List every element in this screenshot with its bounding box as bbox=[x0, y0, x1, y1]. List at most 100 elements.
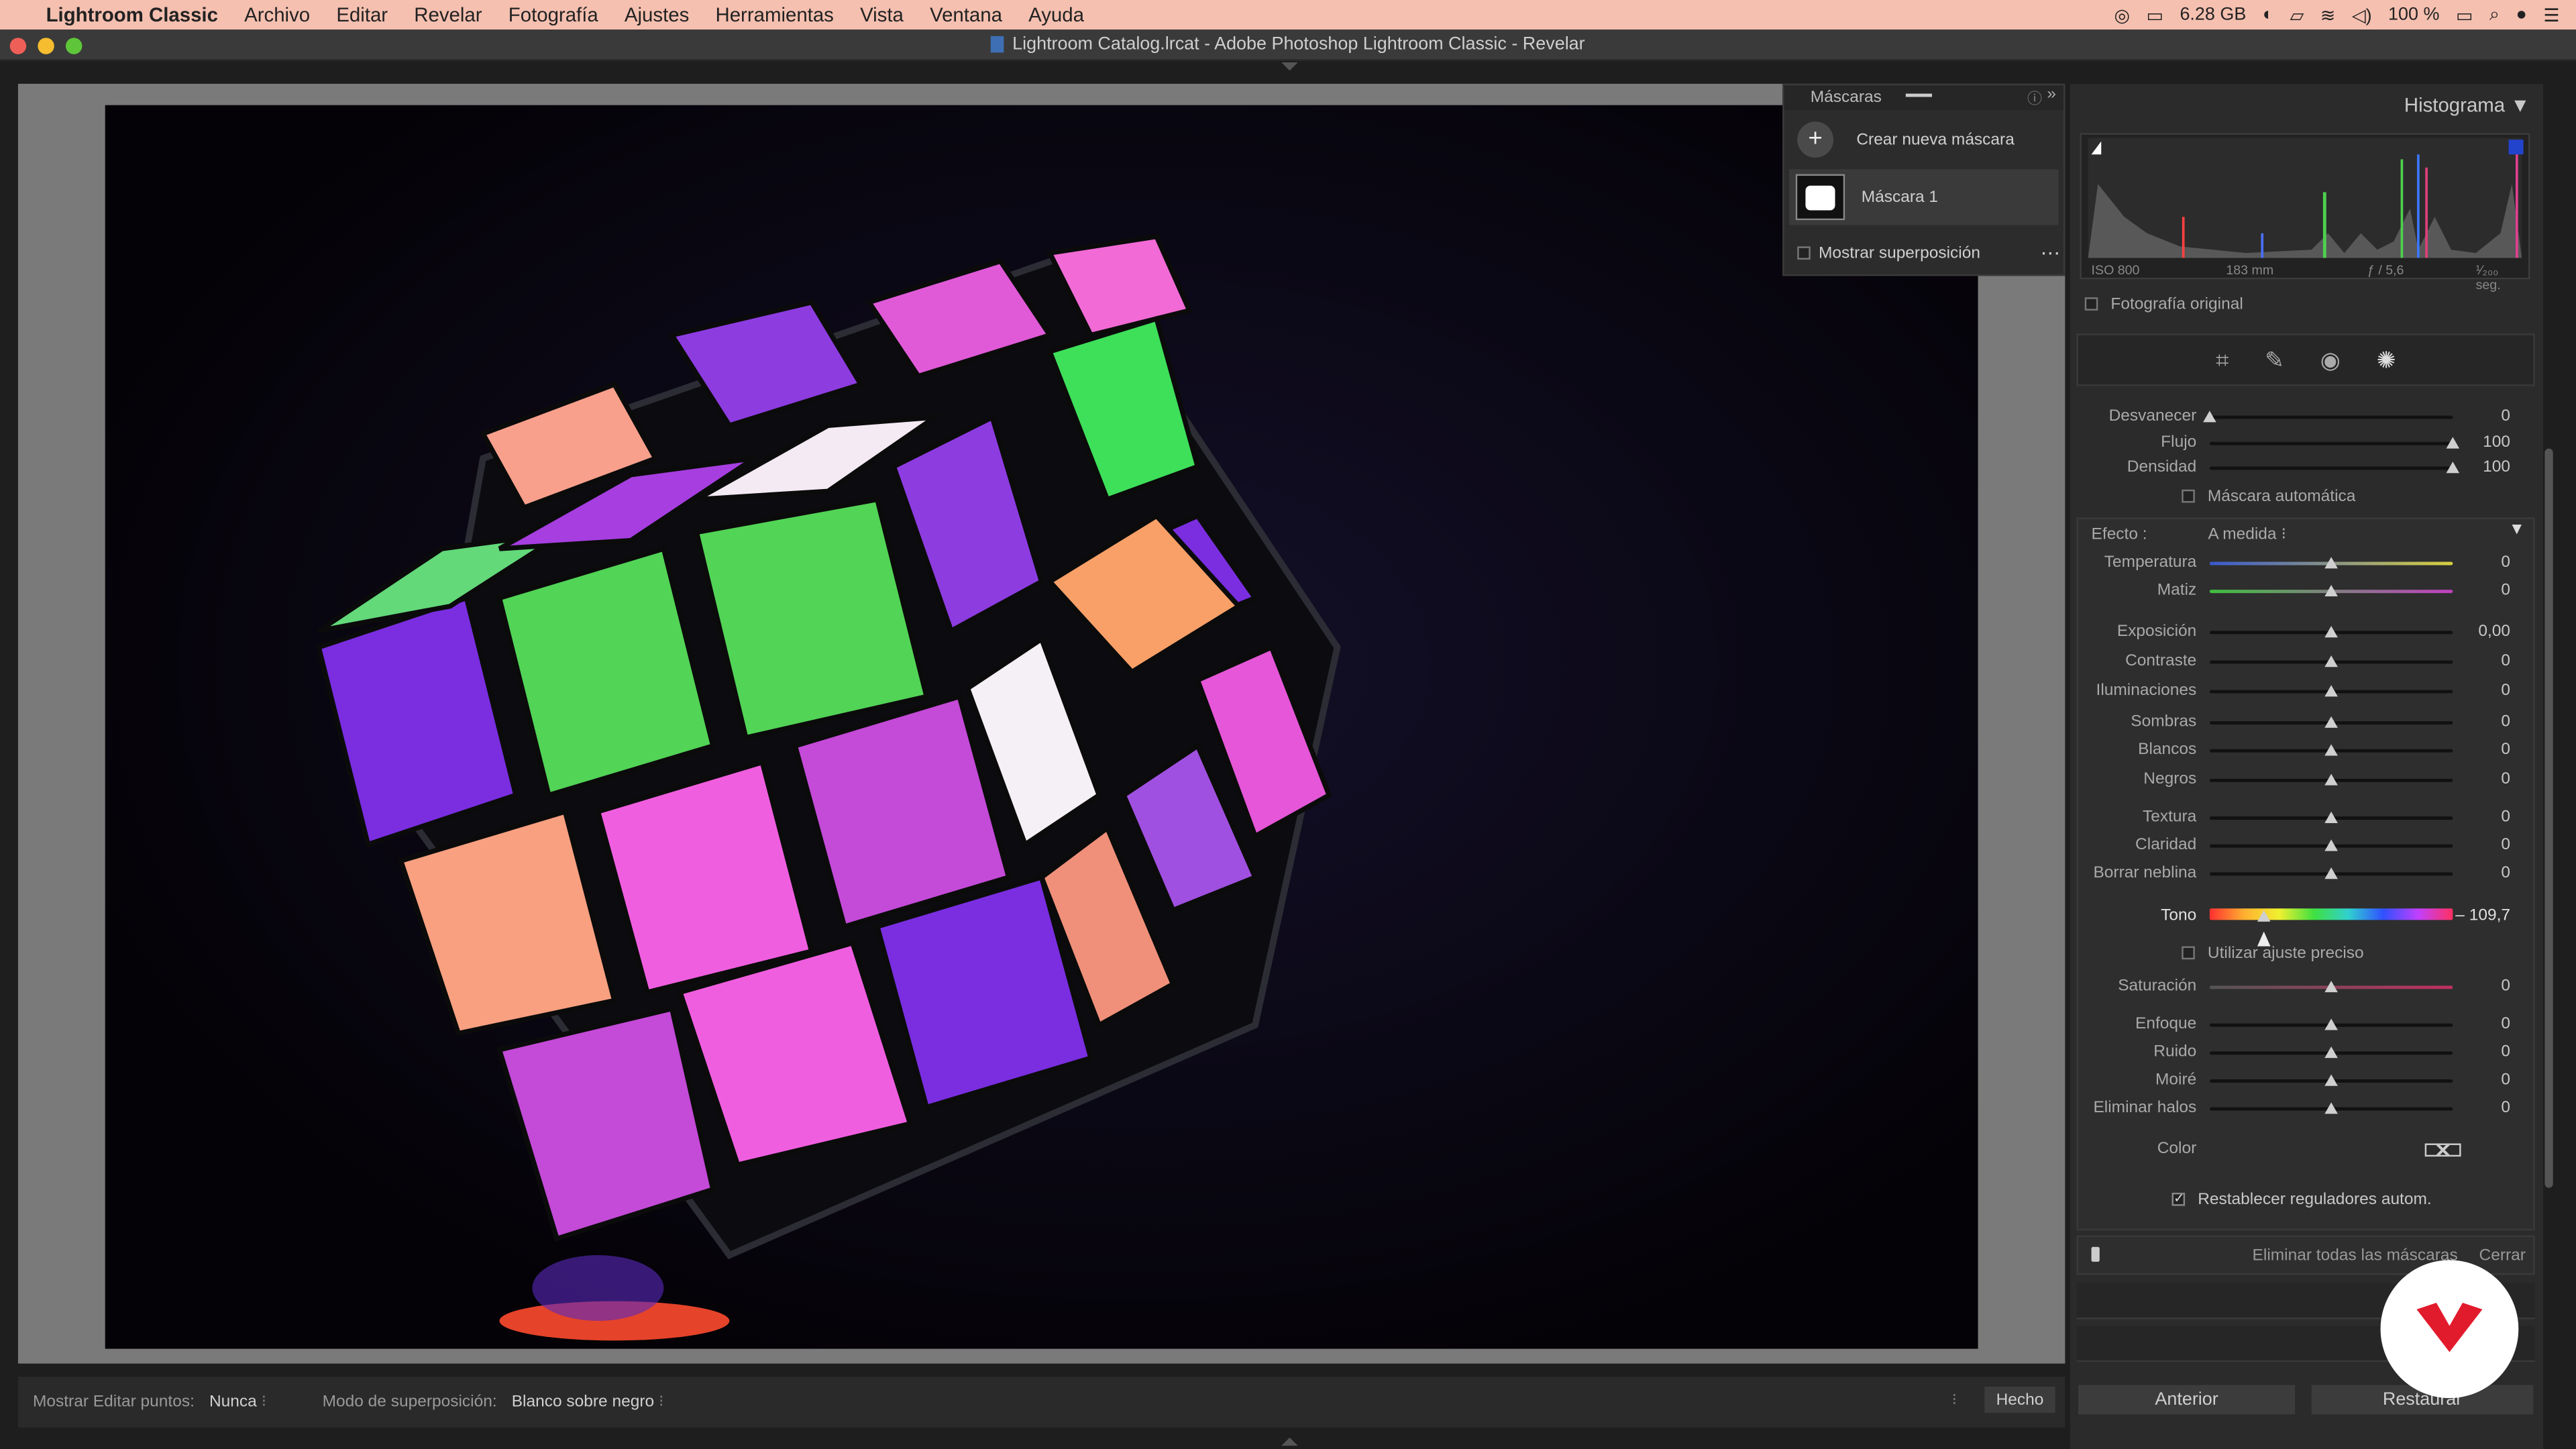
eliminar-halos-slider-row: Eliminar halos 0 bbox=[2070, 1097, 2530, 1120]
tono-value[interactable]: – 109,7 bbox=[2455, 907, 2510, 925]
top-panel-toggle-icon[interactable] bbox=[1281, 62, 1298, 71]
claridad-slider-thumb[interactable] bbox=[2324, 839, 2338, 851]
matiz-value[interactable]: 0 bbox=[2501, 582, 2510, 600]
show-overlay-checkbox[interactable] bbox=[1797, 246, 1811, 260]
vpn-icon[interactable]: ◐ bbox=[2263, 5, 2273, 24]
menu-app-name[interactable]: Lightroom Classic bbox=[33, 3, 231, 26]
reset-sliders-checkbox[interactable]: ✓ bbox=[2171, 1193, 2186, 1207]
saturacion-slider-row: Saturación 0 bbox=[2070, 976, 2530, 999]
tono-slider[interactable] bbox=[2209, 908, 2453, 920]
iluminaciones-slider-thumb[interactable] bbox=[2324, 685, 2338, 697]
negros-value[interactable]: 0 bbox=[2501, 771, 2510, 789]
previous-button-label: Anterior bbox=[2155, 1389, 2218, 1410]
moire-value[interactable]: 0 bbox=[2501, 1071, 2510, 1089]
masks-panel: Máscaras ⓘ » + Crear nueva máscara Másca… bbox=[1782, 83, 2065, 276]
battery-status[interactable]: 100 % bbox=[2388, 5, 2439, 24]
memory-status[interactable]: 6.28 GB bbox=[2180, 5, 2246, 24]
toolbar-options-icon[interactable]: ⁝ bbox=[1951, 1391, 1957, 1409]
menu-ajustes[interactable]: Ajustes bbox=[611, 3, 702, 26]
collapse-panel-icon[interactable]: » bbox=[2047, 85, 2056, 103]
sombras-slider-thumb[interactable] bbox=[2324, 716, 2338, 728]
menu-archivo[interactable]: Archivo bbox=[231, 3, 323, 26]
control-center-icon[interactable]: ☰ bbox=[2543, 4, 2559, 25]
battery-icon[interactable]: ▭ bbox=[2456, 4, 2473, 25]
tono-label: Tono bbox=[2161, 906, 2197, 925]
volume-icon[interactable]: ◁) bbox=[2352, 4, 2372, 25]
rubiks-cube-photo bbox=[105, 105, 1978, 1349]
moire-label: Moiré bbox=[2155, 1071, 2197, 1089]
eliminar-halos-slider-thumb[interactable] bbox=[2324, 1102, 2338, 1114]
title-bar: Lightroom Catalog.lrcat - Adobe Photosho… bbox=[0, 30, 2576, 61]
matiz-slider-thumb[interactable] bbox=[2324, 584, 2338, 596]
fine-adjust-checkbox[interactable] bbox=[2182, 947, 2195, 961]
zoom-window-button[interactable] bbox=[65, 38, 83, 54]
window-title: Lightroom Catalog.lrcat - Adobe Photosho… bbox=[1012, 34, 1585, 54]
menu-vista[interactable]: Vista bbox=[847, 3, 916, 26]
effect-sliders: Temperatura 0 Matiz 0 Exposición 0,00 Contrast… bbox=[2070, 84, 2543, 1234]
menu-ventana[interactable]: Ventana bbox=[916, 3, 1015, 26]
edit-points-dropdown[interactable]: Nunca ⁝ bbox=[209, 1393, 266, 1411]
saturacion-slider-thumb[interactable] bbox=[2324, 981, 2338, 993]
enfoque-value[interactable]: 0 bbox=[2501, 1015, 2510, 1033]
eliminar-halos-value[interactable]: 0 bbox=[2501, 1099, 2510, 1117]
create-mask-button[interactable]: + Crear nueva máscara bbox=[1784, 110, 2063, 169]
ruido-slider-row: Ruido 0 bbox=[2070, 1042, 2530, 1065]
claridad-value[interactable]: 0 bbox=[2501, 837, 2510, 855]
menu-editar[interactable]: Editar bbox=[323, 3, 401, 26]
contraste-value[interactable]: 0 bbox=[2501, 652, 2510, 670]
photo-preview[interactable] bbox=[105, 105, 1978, 1349]
tono-slider-thumb[interactable] bbox=[2256, 910, 2270, 922]
help-icon[interactable]: ⓘ bbox=[2027, 87, 2042, 109]
borrar-neblina-value[interactable]: 0 bbox=[2501, 864, 2510, 882]
exposicion-slider-thumb[interactable] bbox=[2324, 626, 2338, 638]
iluminaciones-value[interactable]: 0 bbox=[2501, 682, 2510, 700]
matiz-label: Matiz bbox=[2157, 581, 2197, 600]
moire-slider-thumb[interactable] bbox=[2324, 1074, 2338, 1086]
panel-scrollbar[interactable] bbox=[2544, 448, 2553, 1188]
minimize-window-button[interactable] bbox=[38, 38, 54, 54]
done-button[interactable]: Hecho bbox=[1982, 1385, 2057, 1415]
temperatura-value[interactable]: 0 bbox=[2501, 553, 2510, 572]
screen-mirror-icon[interactable]: ▱ bbox=[2290, 4, 2304, 25]
creative-cloud-icon[interactable]: ◎ bbox=[2114, 4, 2130, 25]
logo-mark-icon bbox=[2416, 1303, 2483, 1352]
temperatura-slider-thumb[interactable] bbox=[2324, 557, 2338, 569]
textura-value[interactable]: 0 bbox=[2501, 808, 2510, 826]
bottom-panel-toggle-icon[interactable] bbox=[1281, 1437, 1298, 1446]
siri-icon[interactable]: ● bbox=[2516, 5, 2527, 24]
menu-ayuda[interactable]: Ayuda bbox=[1016, 3, 1097, 26]
negros-slider-thumb[interactable] bbox=[2324, 773, 2338, 786]
more-options-icon[interactable]: ⋯ bbox=[2041, 241, 2060, 264]
lightroom-window: Lightroom Classic Archivo Editar Revelar… bbox=[0, 0, 2576, 1449]
ruido-slider-thumb[interactable] bbox=[2324, 1046, 2338, 1059]
borrar-neblina-slider-thumb[interactable] bbox=[2324, 867, 2338, 879]
footer-toggle-icon[interactable] bbox=[2091, 1246, 2100, 1262]
search-icon[interactable]: ⌕ bbox=[2489, 4, 2500, 25]
overlay-mode-dropdown[interactable]: Blanco sobre negro ⁝ bbox=[512, 1393, 664, 1411]
panel-drag-handle[interactable] bbox=[1905, 93, 1933, 97]
sombras-value[interactable]: 0 bbox=[2501, 713, 2510, 731]
ruido-value[interactable]: 0 bbox=[2501, 1043, 2510, 1061]
exposicion-value[interactable]: 0,00 bbox=[2478, 623, 2510, 641]
menu-herramientas[interactable]: Herramientas bbox=[702, 3, 847, 26]
textura-label: Textura bbox=[2142, 808, 2197, 826]
enfoque-slider-thumb[interactable] bbox=[2324, 1018, 2338, 1030]
textura-slider-row: Textura 0 bbox=[2070, 806, 2530, 829]
display-icon[interactable]: ▭ bbox=[2146, 4, 2163, 25]
mask-item[interactable]: Máscara 1 bbox=[1788, 169, 2059, 225]
textura-slider-thumb[interactable] bbox=[2324, 811, 2338, 823]
reset-sliders-label: Restablecer reguladores autom. bbox=[2198, 1191, 2432, 1210]
blancos-slider-thumb[interactable] bbox=[2324, 744, 2338, 756]
previous-settings-button[interactable]: Anterior bbox=[2076, 1383, 2297, 1417]
menu-fotografia[interactable]: Fotografía bbox=[495, 3, 611, 26]
saturacion-value[interactable]: 0 bbox=[2501, 977, 2510, 996]
contraste-slider-thumb[interactable] bbox=[2324, 655, 2338, 667]
blancos-value[interactable]: 0 bbox=[2501, 741, 2510, 759]
create-mask-label: Crear nueva máscara bbox=[1856, 130, 2015, 149]
wifi-icon[interactable]: ≋ bbox=[2320, 4, 2336, 25]
menu-revelar[interactable]: Revelar bbox=[401, 3, 495, 26]
color-swatch[interactable] bbox=[2424, 1143, 2461, 1157]
close-window-button[interactable] bbox=[9, 38, 27, 54]
channel-logo bbox=[2380, 1260, 2519, 1399]
negros-label: Negros bbox=[2143, 770, 2197, 789]
